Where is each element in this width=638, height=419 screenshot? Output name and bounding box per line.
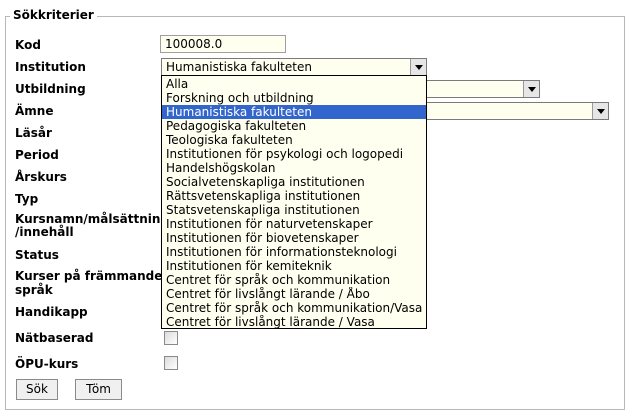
- natbaserad-checkbox[interactable]: [164, 331, 178, 345]
- dropdown-option[interactable]: Teologiska fakulteten: [162, 133, 426, 147]
- label-utbildning: Utbildning: [15, 82, 86, 96]
- dropdown-option[interactable]: Rättsvetenskapliga institutionen: [162, 189, 426, 203]
- chevron-down-icon[interactable]: [410, 59, 426, 75]
- institution-selected-value: Humanistiska fakulteten: [166, 60, 312, 74]
- dropdown-option[interactable]: Institutionen för biovetenskaper: [162, 231, 426, 245]
- dropdown-option[interactable]: Forskning och utbildning: [162, 91, 426, 105]
- dropdown-option[interactable]: Institutionen för kemiteknik: [162, 259, 426, 273]
- chevron-down-icon[interactable]: [592, 103, 608, 119]
- dropdown-option-highlighted[interactable]: Humanistiska fakulteten: [162, 105, 426, 119]
- dropdown-option[interactable]: Statsvetenskapliga institutionen: [162, 203, 426, 217]
- label-kursnamn-line2: /innehåll: [15, 225, 74, 239]
- label-handikapp: Handikapp: [15, 305, 88, 319]
- dropdown-option[interactable]: Pedagogiska fakulteten: [162, 119, 426, 133]
- label-status: Status: [15, 248, 59, 262]
- label-institution: Institution: [15, 60, 86, 74]
- dropdown-option[interactable]: Institutionen för informationsteknologi: [162, 245, 426, 259]
- institution-dropdown-list[interactable]: Alla Forskning och utbildning Humanistis…: [161, 75, 427, 329]
- dropdown-option[interactable]: Alla: [162, 77, 426, 91]
- label-arskurs: Årskurs: [15, 170, 67, 184]
- opu-checkbox[interactable]: [164, 356, 178, 370]
- label-natbaserad: Nätbaserad: [15, 331, 94, 345]
- fieldset-legend: Sökkriterier: [10, 8, 97, 22]
- dropdown-option[interactable]: Centret för livslångt lärande / Åbo: [162, 287, 426, 301]
- dropdown-option[interactable]: Handelshögskolan: [162, 161, 426, 175]
- search-button[interactable]: Sök: [16, 379, 58, 400]
- dropdown-option[interactable]: Institutionen för psykologi och logopedi: [162, 147, 426, 161]
- kod-input[interactable]: 100008.0: [160, 35, 286, 53]
- label-kurser-line2: språk: [15, 283, 53, 297]
- label-lasar: Läsår: [15, 126, 52, 140]
- label-kod: Kod: [15, 38, 41, 52]
- utbildning-select[interactable]: [420, 80, 540, 98]
- dropdown-option[interactable]: Centret för livslångt lärande / Vasa: [162, 315, 426, 329]
- label-kursnamn-line1: Kursnamn/målsättning: [15, 212, 169, 226]
- institution-select[interactable]: Humanistiska fakulteten: [161, 58, 427, 76]
- amne-select[interactable]: [420, 102, 609, 120]
- dropdown-option[interactable]: Socialvetenskapliga institutionen: [162, 175, 426, 189]
- clear-button[interactable]: Töm: [75, 379, 122, 400]
- label-amne: Ämne: [15, 104, 54, 118]
- dropdown-option[interactable]: Institutionen för naturvetenskaper: [162, 217, 426, 231]
- label-period: Period: [15, 148, 59, 162]
- chevron-down-icon[interactable]: [523, 81, 539, 97]
- label-typ: Typ: [15, 192, 39, 206]
- dropdown-option[interactable]: Centret för språk och kommunikation: [162, 273, 426, 287]
- label-kurser-line1: Kurser på främmande: [15, 269, 163, 283]
- label-opu: ÖPU-kurs: [15, 357, 79, 371]
- dropdown-option[interactable]: Centret för språk och kommunikation/Vasa: [162, 301, 426, 315]
